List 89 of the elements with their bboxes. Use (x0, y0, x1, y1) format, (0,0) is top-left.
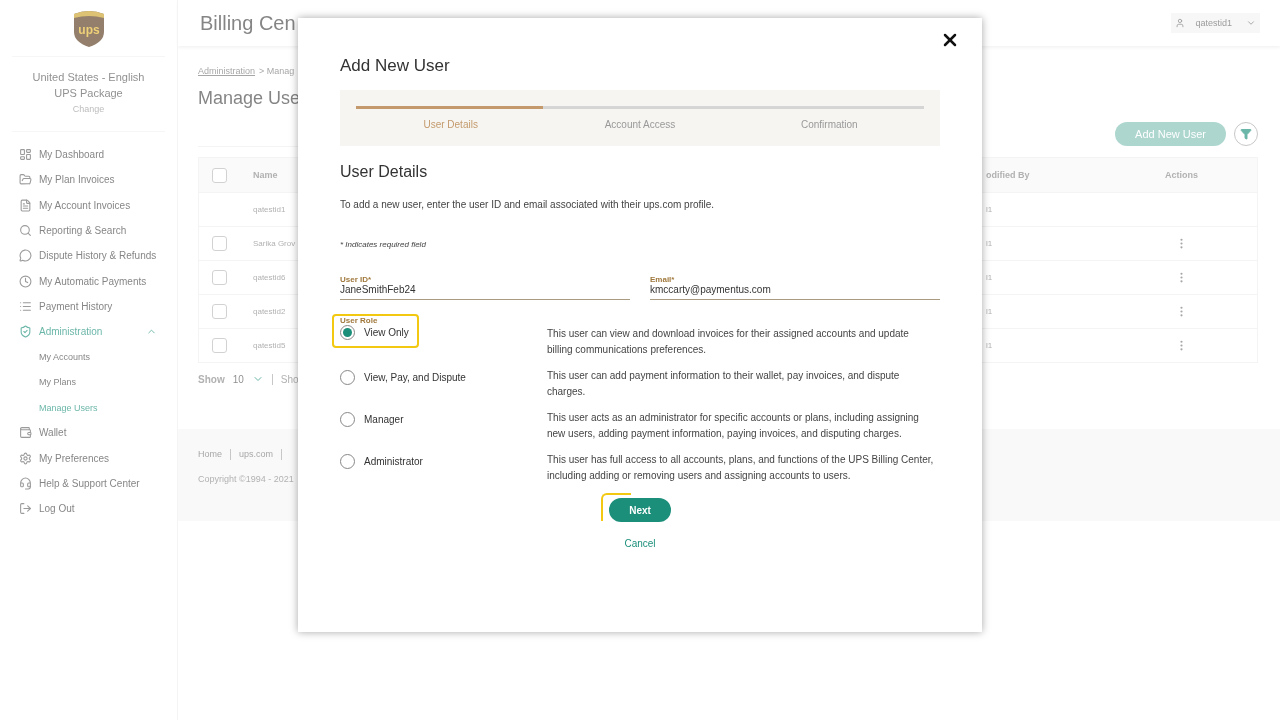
role-description: This user can view and download invoices for their assigned accounts and update billing communications preferences. (547, 327, 910, 357)
change-link[interactable]: Change (72, 101, 105, 117)
table-cell: qatestid1 (253, 205, 286, 214)
table-cell: Sarika Grov (253, 239, 296, 248)
sidebar-item[interactable]: Wallet (0, 420, 177, 446)
filter-icon (1240, 128, 1252, 140)
radio-button[interactable] (340, 325, 355, 340)
footer-link[interactable]: Home (198, 449, 222, 460)
app-title: Billing Cen (200, 11, 296, 35)
role-description: This user has full access to all accounts, plans, and functions of the UPS Billing Center, including adding or removing users and assigning accounts to users. (547, 453, 935, 483)
breadcrumb-text: > Manag (259, 66, 295, 76)
table-cell: qatestid2 (253, 307, 286, 316)
document-icon (19, 198, 32, 212)
sidebar-item[interactable]: Log Out (0, 496, 177, 522)
next-button[interactable]: Next (609, 498, 671, 522)
chevron-down-icon (1246, 18, 1256, 28)
sidebar-item[interactable]: Reporting & Search (0, 217, 177, 244)
sidebar-subitem[interactable]: Manage Users (0, 394, 177, 421)
filter-button[interactable] (1234, 122, 1258, 146)
user-icon (1175, 18, 1186, 28)
copyright-text: Copyright ©1994 - 2021 (198, 474, 294, 484)
step-label: User Details (422, 119, 479, 130)
logout-icon (19, 502, 32, 516)
column-header[interactable]: Name (253, 170, 278, 180)
column-header[interactable]: odified By (986, 170, 1030, 180)
required-note: * Indicates required field (340, 240, 427, 249)
intro-text: To add a new user, enter the user ID and email associated with their ups.com profile. (340, 199, 716, 210)
cancel-link[interactable]: Cancel (624, 538, 656, 549)
column-header: Actions (1165, 170, 1198, 180)
role-radio[interactable]: User Role View Only (332, 314, 419, 348)
shield-icon (19, 325, 32, 339)
role-description: This user acts as an administrator for specific accounts or plans, including assigning new users, adding payment information, paying invoices, and disputing charges. (547, 411, 920, 441)
table-cell: l1 (986, 205, 993, 214)
dialog-title: Add New User (340, 56, 451, 76)
role-radio[interactable]: Manager (332, 410, 414, 435)
radio-button[interactable] (340, 370, 355, 385)
headset-icon (19, 477, 32, 490)
page-title: Manage Use (198, 88, 301, 109)
list-icon (19, 299, 32, 313)
input-field[interactable]: JaneSmithFeb24 (340, 284, 630, 300)
field-label: User ID* (340, 275, 372, 284)
step-label: Confirmation (799, 119, 859, 130)
select-all-checkbox[interactable] (212, 167, 227, 183)
show-label: Show (198, 373, 225, 385)
field-label: Email* (650, 275, 675, 284)
sidebar-item[interactable]: My Plan Invoices (0, 167, 177, 193)
folder-icon (19, 173, 32, 187)
input-field[interactable]: kmccarty@paymentus.com (650, 284, 940, 300)
table-cell: l1 (986, 307, 993, 316)
table-cell: qatestid6 (253, 273, 286, 282)
table-cell: l1 (986, 239, 993, 248)
table-cell: qatestid5 (253, 341, 286, 350)
sidebar-item[interactable]: Payment History (0, 293, 177, 320)
breadcrumb-link[interactable]: Administration (198, 66, 256, 76)
sidebar-item[interactable]: Administration (0, 319, 177, 345)
role-radio[interactable]: View, Pay, and Dispute (332, 368, 476, 393)
radio-button[interactable] (340, 454, 355, 469)
settings-icon (19, 451, 32, 465)
user-menu[interactable]: qatestid1 (1171, 13, 1260, 33)
row-checkbox[interactable] (212, 270, 227, 285)
sidebar-item[interactable]: My Dashboard (0, 142, 177, 168)
clock-icon (19, 274, 32, 288)
wallet-icon (19, 426, 32, 440)
role-radio[interactable]: Administrator (332, 452, 433, 477)
table-cell: l1 (986, 341, 993, 350)
step-label: Account Access (603, 119, 677, 130)
search-icon (19, 224, 32, 238)
sidebar-item[interactable]: Dispute History & Refunds (0, 243, 177, 269)
table-cell: l1 (986, 273, 993, 282)
row-checkbox[interactable] (212, 236, 227, 251)
service-text: UPS Package (54, 86, 123, 101)
pager-text: Sho (280, 373, 299, 385)
sidebar-item[interactable]: Help & Support Center (0, 470, 177, 497)
radio-button[interactable] (340, 412, 355, 427)
row-checkbox[interactable] (212, 304, 227, 319)
section-title: User Details (340, 163, 429, 181)
logo: ups (71, 10, 106, 48)
footer-link[interactable]: ups.com (239, 449, 274, 460)
region-text: United States - English (32, 70, 145, 85)
speech-bubble-icon (19, 249, 32, 263)
row-checkbox[interactable] (212, 338, 227, 353)
sidebar-item[interactable]: My Preferences (0, 445, 177, 471)
dashboard-icon (19, 148, 32, 162)
sidebar-item[interactable]: My Account Invoices (0, 192, 177, 218)
sidebar-subitem[interactable]: My Accounts (0, 344, 177, 370)
sidebar-subitem[interactable]: My Plans (0, 369, 177, 395)
sidebar-item[interactable]: My Automatic Payments (0, 268, 177, 294)
role-description: This user can add payment information to their wallet, pay invoices, and dispute charges. (547, 369, 901, 399)
role-label: User Role (340, 316, 379, 325)
